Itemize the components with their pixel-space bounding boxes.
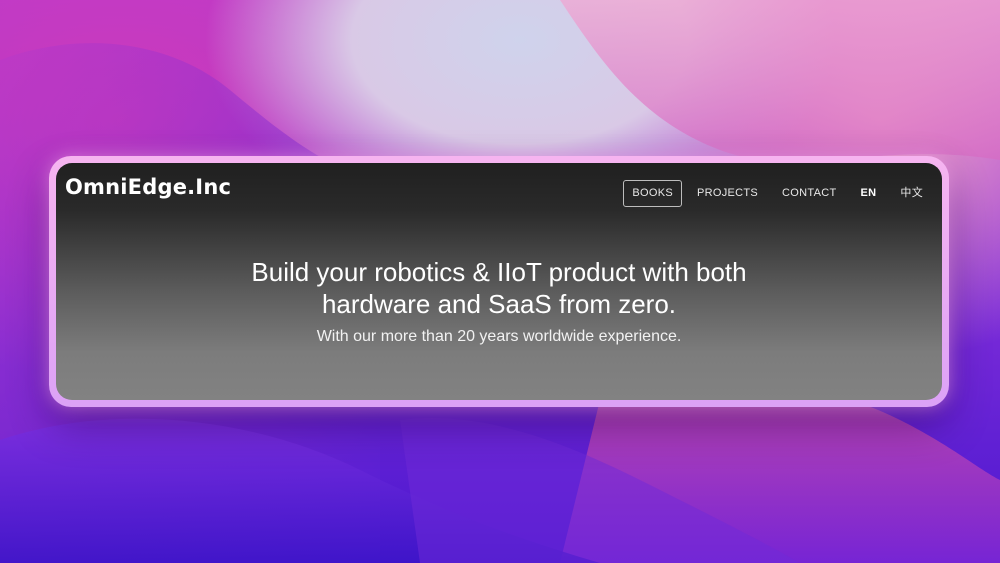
- nav-item-projects[interactable]: PROJECTS: [688, 180, 767, 207]
- hero-title: Build your robotics & IIoT product with …: [179, 256, 819, 320]
- nav-item-books[interactable]: BOOKS: [623, 180, 682, 207]
- hero-subtitle: With our more than 20 years worldwide ex…: [316, 328, 682, 345]
- nav-item-language-zh[interactable]: 中文: [891, 180, 932, 207]
- browser-frame: OmniEdge.Inc BOOKS PROJECTS CONTACT EN 中…: [49, 156, 949, 407]
- website-screen: OmniEdge.Inc BOOKS PROJECTS CONTACT EN 中…: [56, 163, 942, 400]
- top-navigation: BOOKS PROJECTS CONTACT EN 中文: [617, 180, 932, 207]
- hero-title-line-2: hardware and SaaS from zero.: [321, 289, 677, 319]
- hero-title-line-1: Build your robotics & IIoT product with …: [251, 257, 747, 287]
- nav-item-contact[interactable]: CONTACT: [773, 180, 845, 207]
- nav-item-language-en[interactable]: EN: [852, 180, 886, 207]
- brand-logo[interactable]: OmniEdge.Inc: [65, 175, 231, 199]
- hero-section: Build your robotics & IIoT product with …: [56, 256, 942, 346]
